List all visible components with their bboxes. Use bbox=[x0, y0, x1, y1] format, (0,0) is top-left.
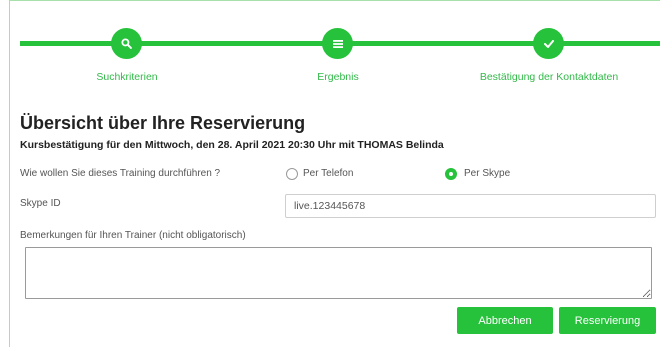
radio-label-per-skype[interactable]: Per Skype bbox=[464, 167, 510, 181]
training-mode-label: Wie wollen Sie dieses Training durchführ… bbox=[20, 168, 221, 179]
step-label-contact-confirmation: Bestätigung der Kontaktdaten bbox=[479, 71, 619, 83]
step-label-result: Ergebnis bbox=[317, 71, 359, 83]
step-label-search-criteria: Suchkriterien bbox=[96, 71, 158, 83]
radio-per-telefon[interactable] bbox=[286, 168, 298, 180]
reserve-button[interactable]: Reservierung bbox=[559, 307, 656, 334]
radio-dot bbox=[290, 172, 294, 176]
radio-per-skype[interactable] bbox=[445, 168, 457, 180]
remarks-label: Bemerkungen für Ihren Trainer (nicht obl… bbox=[20, 230, 246, 241]
step-result[interactable] bbox=[322, 28, 353, 59]
page-title: Übersicht über Ihre Reservierung bbox=[20, 113, 306, 133]
skype-id-label: Skype ID bbox=[20, 198, 61, 209]
search-icon bbox=[121, 38, 132, 49]
step-search-criteria[interactable] bbox=[111, 28, 142, 59]
radio-label-per-telefon[interactable]: Per Telefon bbox=[303, 167, 353, 181]
cancel-button[interactable]: Abbrechen bbox=[457, 307, 553, 334]
step-contact-confirmation[interactable] bbox=[533, 28, 564, 59]
skype-id-input[interactable] bbox=[285, 194, 656, 218]
radio-dot bbox=[449, 172, 453, 176]
remarks-textarea[interactable] bbox=[25, 247, 652, 299]
check-icon bbox=[543, 39, 554, 48]
list-icon bbox=[332, 39, 343, 48]
booking-confirmation-text: Kursbestätigung für den Mittwoch, den 28… bbox=[20, 139, 444, 151]
